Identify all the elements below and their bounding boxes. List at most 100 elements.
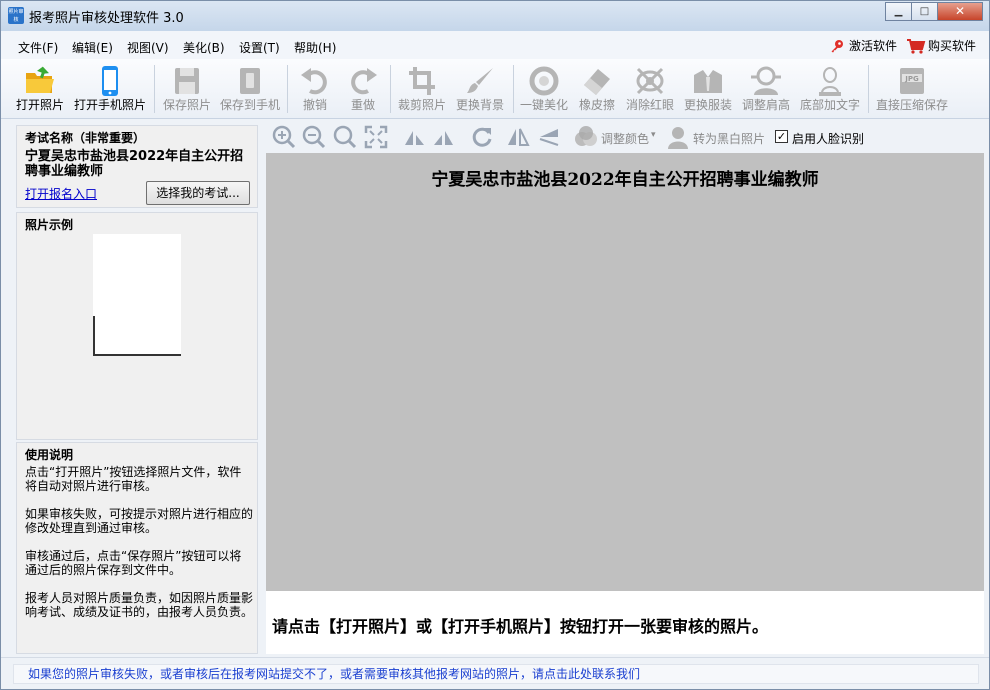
zoom-fit-icon[interactable] (333, 125, 357, 149)
flip-horizontal-icon[interactable] (506, 125, 530, 149)
usage-paragraph: 报考人员对照片质量负责，如因照片质量影响考试、成绩及证书的，由报考人员负责。 (25, 591, 254, 619)
usage-paragraph: 如果审核失败，可按提示对照片进行相应的修改处理直到通过审核。 (25, 507, 254, 535)
save-to-phone-label: 保存到手机 (219, 98, 280, 112)
menu-help[interactable]: 帮助(H) (294, 39, 336, 56)
remove-red-eye-label: 消除红眼 (625, 98, 674, 112)
zoom-in-icon[interactable] (272, 125, 296, 149)
undo-label: 撤销 (302, 98, 327, 112)
hint-text: 请点击【打开照片】或【打开手机照片】按钮打开一张要审核的照片。 (272, 617, 769, 636)
photo-sample-heading: 照片示例 (25, 218, 74, 232)
menu-view[interactable]: 视图(V) (127, 39, 169, 56)
face-detect-checkbox[interactable]: ✓ (775, 130, 788, 143)
add-bottom-text-label: 底部加文字 (799, 98, 860, 112)
undo-icon (301, 68, 327, 95)
change-clothes-label: 更换服装 (683, 98, 732, 112)
remove-red-eye-button[interactable]: 消除红眼 (623, 59, 677, 117)
canvas-exam-title: 宁夏吴忠市盐池县2022年自主公开招聘事业编教师 (431, 170, 819, 190)
save-to-phone-icon (240, 68, 260, 94)
folder-open-icon (26, 66, 54, 93)
person-bw-icon[interactable] (666, 125, 690, 149)
activate-software-label: 激活软件 (849, 39, 898, 53)
usage-instructions-group: 使用说明 点击“打开照片”按钮选择照片文件，软件将自动对照片进行审核。 如果审核… (16, 442, 258, 654)
exam-heading: 考试名称（非常重要） (25, 131, 146, 145)
red-eye-icon (636, 67, 664, 95)
crop-icon (409, 67, 435, 95)
add-text-icon (819, 67, 841, 96)
open-phone-photo-button[interactable]: 打开手机照片 (71, 59, 149, 117)
photo-canvas[interactable]: 宁夏吴忠市盐池县2022年自主公开招聘事业编教师 (266, 153, 984, 591)
choose-exam-button[interactable]: 选择我的考试... (146, 181, 250, 205)
menu-settings[interactable]: 设置(T) (239, 39, 280, 56)
face-detect-label[interactable]: 启用人脸识别 (792, 130, 864, 147)
photo-sample-group: 照片示例 (16, 212, 258, 440)
app-window: 照片审核 报考照片审核处理软件 3.0 ▁ □ ✕ 文件(F) 编辑(E) 视图… (0, 0, 990, 690)
key-icon (831, 39, 843, 52)
toolbar-separator (287, 65, 288, 113)
refresh-icon[interactable] (470, 125, 494, 149)
eraser-button[interactable]: 橡皮擦 (574, 59, 620, 117)
adjust-shoulder-button[interactable]: 调整肩高 (738, 59, 794, 117)
contact-us-link[interactable]: 如果您的照片审核失败，或者审核后在报考网站提交不了，或者需要审核其他报考网站的照… (13, 664, 979, 684)
menu-edit[interactable]: 编辑(E) (72, 39, 113, 56)
clothes-icon (694, 70, 722, 93)
open-photo-button[interactable]: 打开照片 (11, 59, 69, 117)
exam-name: 宁夏吴忠市盐池县2022年自主公开招聘事业编教师 (25, 149, 244, 179)
close-button[interactable]: ✕ (937, 2, 983, 21)
window-controls: ▁ □ ✕ (885, 2, 983, 21)
image-toolbar: 调整颜色 ▾ 转为黑白照片 ✓ 启用人脸识别 (266, 121, 984, 153)
change-clothes-button[interactable]: 更换服装 (681, 59, 735, 117)
crop-photo-label: 裁剪照片 (397, 98, 446, 112)
to-bw-label[interactable]: 转为黑白照片 (693, 130, 765, 147)
usage-paragraph: 点击“打开照片”按钮选择照片文件，软件将自动对照片进行审核。 (25, 465, 242, 493)
open-phone-photo-label: 打开手机照片 (73, 98, 146, 112)
beautify-icon (529, 66, 559, 96)
save-to-phone-button[interactable]: 保存到手机 (217, 59, 283, 117)
undo-button[interactable]: 撤销 (293, 59, 337, 117)
save-photo-button[interactable]: 保存照片 (159, 59, 215, 117)
crop-photo-button[interactable]: 裁剪照片 (395, 59, 449, 117)
usage-heading: 使用说明 (25, 448, 74, 462)
toolbar-separator (513, 65, 514, 113)
adjust-shoulder-label: 调整肩高 (741, 98, 790, 112)
chevron-down-icon[interactable]: ▾ (651, 130, 656, 140)
adjust-color-label[interactable]: 调整颜色 (601, 130, 649, 147)
adjust-color-icon[interactable] (573, 125, 599, 149)
one-click-beautify-label: 一键美化 (519, 98, 568, 112)
sample-photo (93, 234, 181, 356)
rotate-right-icon[interactable] (432, 125, 456, 149)
registration-link[interactable]: 打开报名入口 (25, 185, 97, 202)
usage-paragraph: 审核通过后，点击“保存照片”按钮可以将通过后的照片保存到文件中。 (25, 549, 242, 577)
redo-label: 重做 (350, 98, 375, 112)
redo-icon (351, 68, 377, 95)
activate-software-button[interactable]: 激活软件 (830, 37, 897, 54)
usage-text: 点击“打开照片”按钮选择照片文件，软件将自动对照片进行审核。 如果审核失败，可按… (25, 465, 253, 633)
minimize-button[interactable]: ▁ (885, 2, 912, 21)
title-bar[interactable]: 照片审核 报考照片审核处理软件 3.0 ▁ □ ✕ (1, 1, 989, 31)
compress-save-button[interactable]: JPG 直接压缩保存 (872, 59, 952, 117)
buy-software-button[interactable]: 购买软件 (906, 37, 976, 54)
maximize-button[interactable]: □ (911, 2, 938, 21)
svg-text:JPG: JPG (904, 75, 919, 83)
toolbar-separator (154, 65, 155, 113)
redo-button[interactable]: 重做 (341, 59, 385, 117)
eraser-label: 橡皮擦 (578, 98, 615, 112)
save-icon (175, 68, 199, 94)
zoom-out-icon[interactable] (302, 125, 326, 149)
buy-software-label: 购买软件 (928, 39, 977, 53)
add-bottom-text-button[interactable]: 底部加文字 (796, 59, 864, 117)
fullscreen-icon[interactable] (364, 125, 388, 149)
main-toolbar: 打开照片 打开手机照片 保存照片 保存到手机 撤销 重做 裁剪照片 更换背景 一… (1, 59, 989, 119)
rotate-left-icon[interactable] (402, 125, 426, 149)
menu-file[interactable]: 文件(F) (18, 39, 58, 56)
phone-icon (102, 66, 118, 96)
toolbar-separator (390, 65, 391, 113)
status-bar: 如果您的照片审核失败，或者审核后在报考网站提交不了，或者需要审核其他报考网站的照… (1, 657, 989, 689)
toolbar-separator (868, 65, 869, 113)
shoulder-icon (751, 66, 781, 95)
flip-vertical-icon[interactable] (536, 125, 560, 149)
exam-info-group: 考试名称（非常重要） 宁夏吴忠市盐池县2022年自主公开招聘事业编教师 打开报名… (16, 125, 258, 208)
one-click-beautify-button[interactable]: 一键美化 (516, 59, 572, 117)
menu-beautify[interactable]: 美化(B) (183, 39, 225, 56)
window-title: 报考照片审核处理软件 3.0 (29, 11, 184, 26)
change-background-button[interactable]: 更换背景 (452, 59, 508, 117)
